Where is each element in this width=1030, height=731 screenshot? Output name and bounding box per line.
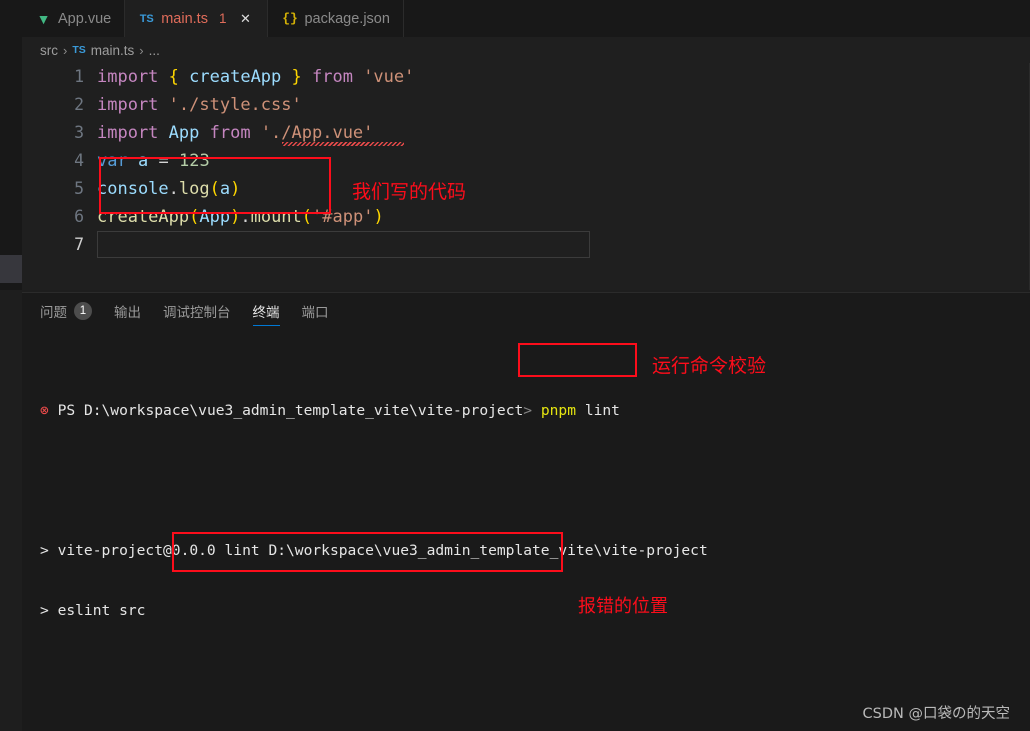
terminal-blank-row <box>40 481 1030 501</box>
terminal-prompt-row: ⊗ PS D:\workspace\vue3_admin_template_vi… <box>40 401 1030 421</box>
editor-tab-bar: ▼ App.vue TS main.ts 1 ✕ {} package.json <box>22 0 1030 38</box>
terminal-prompt-path: PS D:\workspace\vue3_admin_template_vite… <box>57 402 524 419</box>
panel-tab-label: 输出 <box>114 304 141 320</box>
code-line: 3 import App from './App.vue' <box>22 119 1030 147</box>
tab-error-count: 1 <box>218 11 227 26</box>
terminal-command-tool: pnpm <box>540 402 577 419</box>
annotation-label-error-location: 报错的位置 <box>578 596 668 617</box>
line-number: 6 <box>74 207 84 226</box>
line-number: 3 <box>74 123 84 142</box>
code-text: console.log(a) <box>97 179 241 199</box>
line-number: 4 <box>74 151 84 170</box>
problems-count-badge: 1 <box>74 301 92 320</box>
terminal-exec-line: > eslint src <box>40 602 146 619</box>
typescript-file-icon: TS <box>139 12 154 25</box>
panel-tab-bar: 问题 1 输出 调试控制台 终端 端口 <box>22 293 1030 328</box>
line-number: 1 <box>74 67 84 86</box>
editor-scrollbar-thumb[interactable] <box>0 255 22 283</box>
terminal-script-line: > vite-project@0.0.0 lint D:\workspace\v… <box>40 542 708 559</box>
code-line-current: 7 <box>22 231 1030 259</box>
code-text: var a = 123 <box>97 151 210 171</box>
error-squiggle <box>282 142 404 146</box>
current-line-highlight <box>97 231 590 258</box>
line-number: 2 <box>74 95 84 114</box>
breadcrumb-item-symbols[interactable]: ... <box>149 43 160 58</box>
code-line: 4 var a = 123 <box>22 147 1030 175</box>
breadcrumb: src › TS main.ts › ... <box>22 37 1030 63</box>
code-text: import { createApp } from 'vue' <box>97 67 415 87</box>
bottom-panel: 问题 1 输出 调试控制台 终端 端口 ⊗ PS D:\workspace\vu… <box>22 292 1030 731</box>
code-line: 5 console.log(a) <box>22 175 1030 203</box>
panel-tab-problems[interactable]: 问题 1 <box>40 293 92 328</box>
panel-tab-ports[interactable]: 端口 <box>302 293 329 328</box>
close-icon[interactable]: ✕ <box>236 10 254 28</box>
annotation-label-code-we-wrote: 我们写的代码 <box>352 181 467 203</box>
panel-tab-output[interactable]: 输出 <box>114 293 141 328</box>
code-editor[interactable]: 1 import { createApp } from 'vue' 2 impo… <box>22 63 1030 290</box>
tab-label: main.ts <box>161 10 208 27</box>
tab-bar-empty-space <box>403 0 1030 37</box>
typescript-file-icon: TS <box>72 44 86 56</box>
tab-package-json[interactable]: {} package.json <box>268 0 404 37</box>
panel-tab-debug-console[interactable]: 调试控制台 <box>163 293 231 328</box>
chevron-right-icon: › <box>139 42 144 58</box>
code-line: 2 import './style.css' <box>22 91 1030 119</box>
terminal-blank-row <box>40 661 1030 681</box>
breadcrumb-item-file[interactable]: main.ts <box>91 43 135 58</box>
chevron-right-icon: › <box>63 42 68 58</box>
code-text: createApp(App).mount('#app') <box>97 207 384 227</box>
tab-label: App.vue <box>58 10 112 27</box>
line-number: 5 <box>74 179 84 198</box>
panel-tab-label: 端口 <box>301 304 329 320</box>
panel-tab-label: 调试控制台 <box>163 304 231 320</box>
code-text: import App from './App.vue' <box>97 119 404 147</box>
tab-main-ts[interactable]: TS main.ts 1 ✕ <box>125 0 269 37</box>
terminal-output[interactable]: ⊗ PS D:\workspace\vue3_admin_template_vi… <box>22 328 1030 731</box>
tab-label: package.json <box>304 10 390 27</box>
json-file-icon: {} <box>282 11 298 26</box>
code-line: 1 import { createApp } from 'vue' <box>22 63 1030 91</box>
terminal-script-row: > vite-project@0.0.0 lint D:\workspace\v… <box>40 541 1030 561</box>
command-failed-icon: ⊗ <box>40 402 49 419</box>
code-text: import './style.css' <box>97 95 302 115</box>
code-line: 6 createApp(App).mount('#app') <box>22 203 1030 231</box>
vue-file-icon: ▼ <box>36 10 51 27</box>
csdn-watermark: CSDN @口袋の的天空 <box>862 706 1010 722</box>
panel-tab-terminal[interactable]: 终端 <box>252 293 280 328</box>
line-number: 7 <box>74 235 84 254</box>
breadcrumb-item-src[interactable]: src <box>40 43 58 58</box>
prompt-caret: > <box>523 402 533 419</box>
terminal-command-arg: lint <box>584 402 620 419</box>
annotation-label-run-command: 运行命令校验 <box>652 355 767 377</box>
terminal-exec-row: > eslint src <box>40 601 1030 621</box>
panel-tab-label: 终端 <box>252 304 280 320</box>
tab-app-vue[interactable]: ▼ App.vue <box>22 0 126 37</box>
panel-tab-label: 问题 <box>40 304 67 320</box>
vscode-window: ▼ App.vue TS main.ts 1 ✕ {} package.json… <box>0 0 1030 731</box>
editor-left-strip <box>0 0 22 290</box>
